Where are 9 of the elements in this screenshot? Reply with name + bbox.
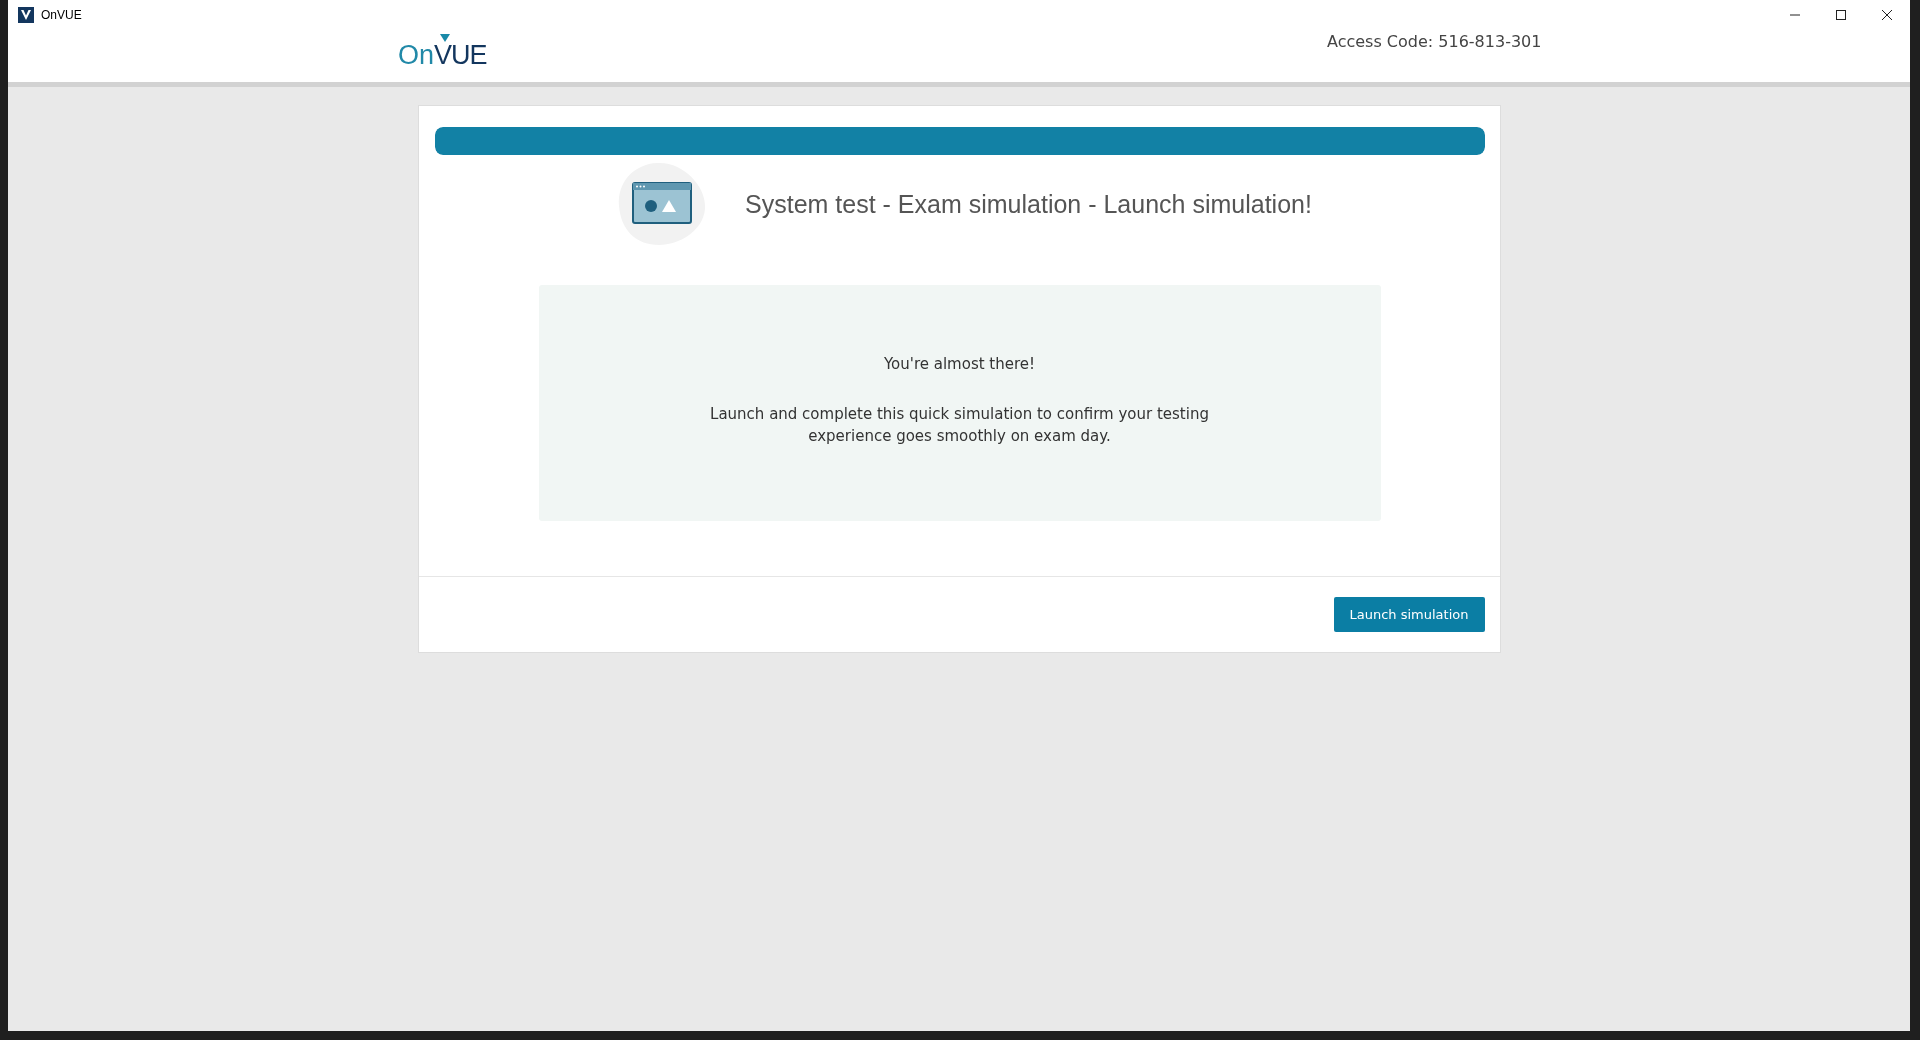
window-title: OnVUE bbox=[41, 8, 82, 22]
onvue-logo: OnVUE bbox=[398, 32, 487, 69]
message-heading: You're almost there! bbox=[883, 355, 1036, 373]
step-title: System test - Exam simulation - Launch simulation! bbox=[745, 189, 1312, 219]
browser-window-icon bbox=[617, 161, 708, 247]
access-code-text: Access Code: 516-813-301 bbox=[1327, 32, 1542, 51]
message-text: Launch and complete this quick simulation to confirm your testing experience goes smoothly on exam day. bbox=[709, 404, 1210, 447]
launch-simulation-button[interactable]: Launch simulation bbox=[1333, 597, 1485, 632]
app-logo-icon bbox=[18, 7, 34, 23]
